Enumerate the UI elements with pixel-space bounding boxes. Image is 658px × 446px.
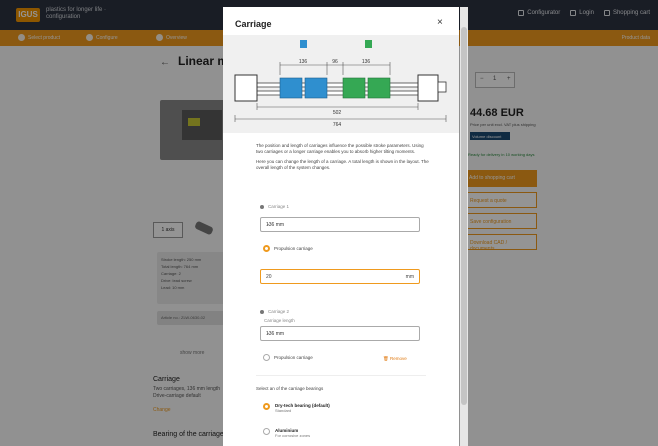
bearing-options-title: Select an of the carriage bearings xyxy=(256,386,324,391)
carriage-1-block-b xyxy=(304,77,328,99)
bullet-icon xyxy=(260,309,264,314)
dialog-title: Carriage xyxy=(235,19,272,29)
radio-selected-icon[interactable] xyxy=(263,403,270,410)
motor-flange xyxy=(437,81,447,93)
carriage-description: The position and length of carriages inf… xyxy=(256,143,431,175)
input-value: 20 xyxy=(266,274,272,280)
remove-carriage-button[interactable]: 🗑 Remove xyxy=(383,356,407,362)
bullet-icon xyxy=(260,204,264,209)
dim-label-total-length: 764 xyxy=(333,122,342,128)
description-paragraph: Here you can change the length of a carr… xyxy=(256,159,429,170)
guide-rail-bottom xyxy=(252,90,426,96)
distance-input[interactable]: 20 mm xyxy=(260,269,420,284)
bearing-option-aluminium[interactable]: Aluminium For corrosive zones xyxy=(263,428,310,438)
guide-rail-top xyxy=(252,82,426,88)
bearing-option-drytech[interactable]: Dry-tech bearing (default) Standard xyxy=(263,403,330,413)
carriage-layout-diagram: 136 96 136 502 764 xyxy=(223,35,459,133)
radio-unselected-icon[interactable] xyxy=(263,428,270,435)
option-subtitle: For corrosive zones xyxy=(275,433,311,438)
dim-label-carriage-2: 136 xyxy=(362,59,371,65)
carriage-2-label: Carriage 2 xyxy=(260,309,289,314)
carriage-2-block-a xyxy=(342,77,366,99)
carriage-2-marker xyxy=(365,40,372,48)
carriage-1-marker xyxy=(300,40,307,48)
carriage-1-label: Carriage 1 xyxy=(260,204,289,209)
dim-label-inner-length: 502 xyxy=(333,110,342,116)
end-block-right xyxy=(417,74,439,102)
dim-label-gap: 96 xyxy=(332,59,338,65)
input-unit: mm xyxy=(405,274,414,280)
chevron-down-icon: ⌄ xyxy=(266,221,271,227)
divider xyxy=(256,375,426,376)
dialog-scrollbar[interactable] xyxy=(460,7,468,446)
close-icon[interactable]: × xyxy=(437,17,443,28)
carriage-dialog: Carriage × 136 96 136 502 764 The positi… xyxy=(223,7,459,446)
carriage-2-sublabel: Carriage length xyxy=(264,318,295,323)
carriage-1-length-select[interactable]: 136 mm ⌄ xyxy=(260,217,420,232)
chevron-down-icon: ⌄ xyxy=(266,330,271,336)
carriage-2-propulsion-option[interactable]: Propulsion carriage xyxy=(263,354,313,361)
carriage-2-block-b xyxy=(367,77,391,99)
end-block-left xyxy=(234,74,258,102)
carriage-1-propulsion-option[interactable]: Propulsion carriage xyxy=(263,245,313,252)
radio-selected-icon[interactable] xyxy=(263,245,270,252)
carriage-2-length-select[interactable]: 136 mm ⌄ xyxy=(260,326,420,341)
scrollbar-thumb[interactable] xyxy=(461,27,467,405)
dim-label-carriage-1: 136 xyxy=(299,59,308,65)
description-paragraph: The position and length of carriages inf… xyxy=(256,143,424,154)
trash-icon: 🗑 xyxy=(383,356,390,361)
linear-module-drawing: 136 96 136 502 764 xyxy=(234,40,447,128)
option-subtitle: Standard xyxy=(275,408,292,413)
carriage-1-block-a xyxy=(279,77,303,99)
radio-unselected-icon[interactable] xyxy=(263,354,270,361)
